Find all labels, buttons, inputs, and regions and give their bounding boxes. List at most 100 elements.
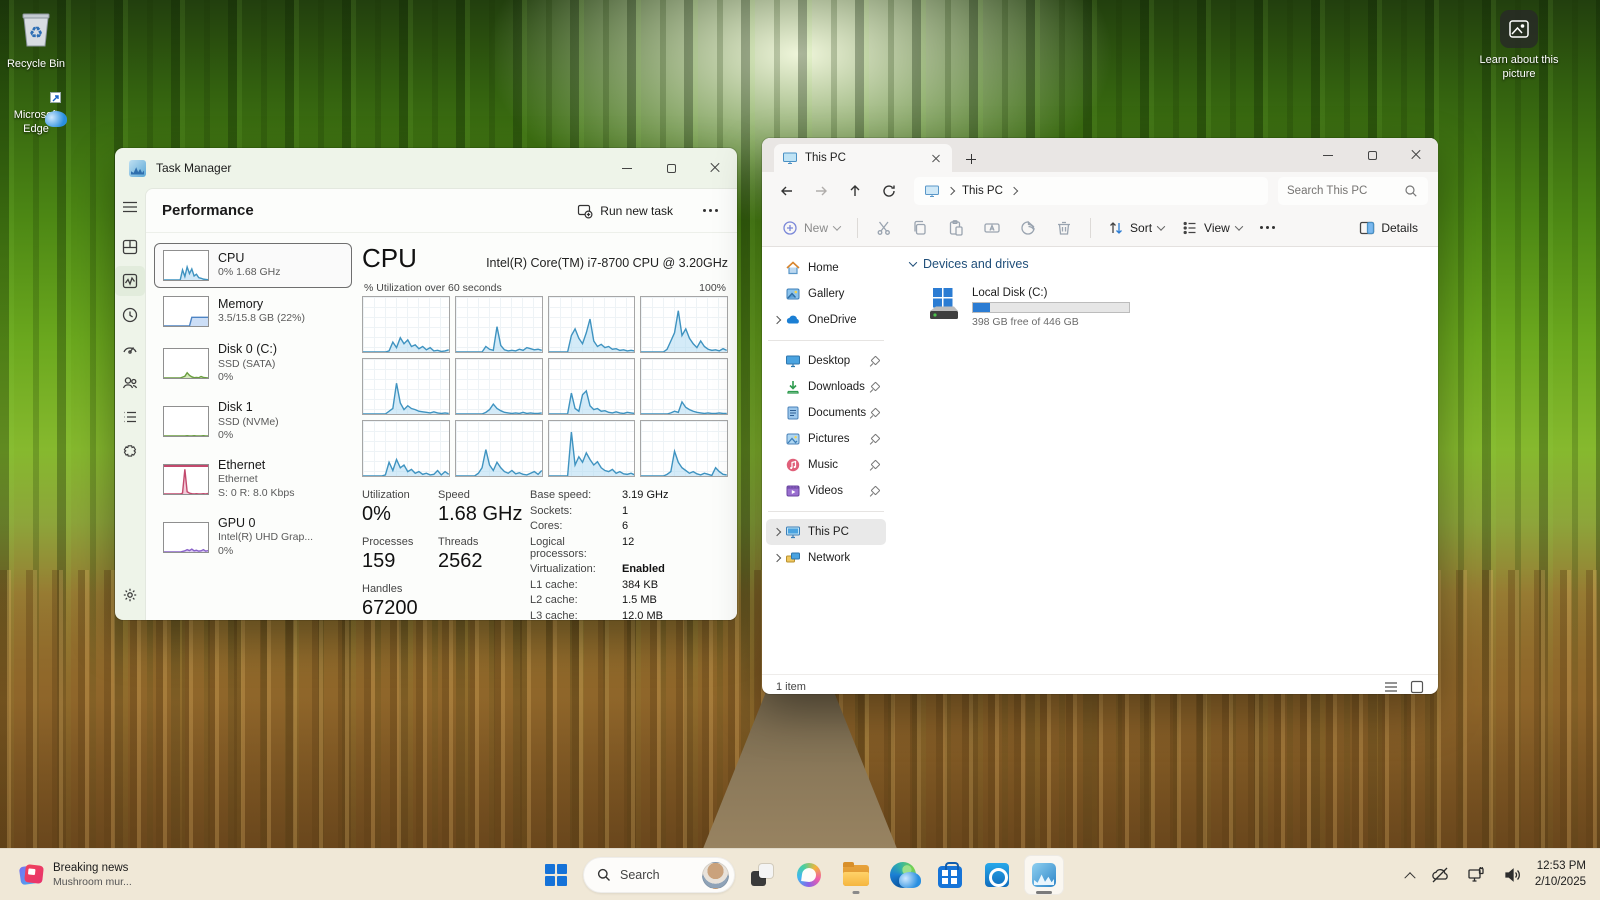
settings-icon[interactable] bbox=[115, 580, 145, 610]
core-chart bbox=[455, 358, 543, 415]
nav-item-downloads[interactable]: Downloads bbox=[766, 374, 886, 400]
toolbar-more-button[interactable] bbox=[1252, 220, 1283, 235]
breadcrumb[interactable]: This PC bbox=[962, 185, 1003, 197]
tray-expand-button[interactable] bbox=[1399, 857, 1421, 893]
app-history-icon[interactable] bbox=[115, 300, 145, 330]
drive-local-disk-c[interactable]: Local Disk (C:) 398 GB free of 446 GB bbox=[922, 283, 1132, 332]
nav-item-videos[interactable]: Videos bbox=[766, 478, 886, 504]
back-button[interactable] bbox=[772, 177, 802, 205]
details-icon[interactable] bbox=[115, 402, 145, 432]
taskbar-clock[interactable]: 12:53 PM 2/10/2025 bbox=[1531, 859, 1594, 890]
task-manager-button[interactable] bbox=[1024, 855, 1064, 895]
forward-button[interactable] bbox=[806, 177, 836, 205]
nav-item-desktop[interactable]: Desktop bbox=[766, 348, 886, 374]
file-explorer-button[interactable] bbox=[836, 855, 876, 895]
sort-label: Sort bbox=[1130, 221, 1152, 235]
pin-icon bbox=[870, 356, 880, 366]
perf-item-disk0[interactable]: Disk 0 (C:)SSD (SATA)0% bbox=[154, 335, 352, 392]
up-button[interactable] bbox=[840, 177, 870, 205]
cut-icon[interactable] bbox=[867, 213, 901, 243]
desktop-icon-microsoft-edge[interactable]: Microsoft Edge bbox=[0, 88, 72, 137]
perf-item-gpu0[interactable]: GPU 0Intel(R) UHD Grap...0% bbox=[154, 509, 352, 566]
nav-item-network[interactable]: Network bbox=[766, 545, 886, 571]
downloads-icon bbox=[784, 379, 801, 395]
copilot-button[interactable] bbox=[789, 855, 829, 895]
learn-about-picture[interactable]: Learn about this picture bbox=[1474, 10, 1564, 82]
perf-item-cpu[interactable]: CPU0% 1.68 GHz bbox=[154, 243, 352, 288]
onedrive-paused-icon bbox=[1430, 865, 1450, 885]
list-view-toggle-icon[interactable] bbox=[1380, 678, 1402, 695]
taskbar-search[interactable]: Search bbox=[583, 857, 735, 893]
edge-button[interactable] bbox=[883, 855, 923, 895]
nav-item-home[interactable]: Home bbox=[766, 255, 886, 281]
rename-icon[interactable] bbox=[975, 213, 1009, 243]
nav-item-documents[interactable]: Documents bbox=[766, 400, 886, 426]
task-view-button[interactable] bbox=[742, 855, 782, 895]
chart-caption-label: % Utilization over 60 seconds bbox=[364, 282, 502, 294]
users-icon[interactable] bbox=[115, 368, 145, 398]
core-chart bbox=[640, 296, 728, 353]
desktop-icon-recycle-bin[interactable]: ♻ Recycle Bin bbox=[0, 8, 72, 72]
tab-close-icon[interactable] bbox=[928, 150, 944, 166]
view-label: View bbox=[1204, 221, 1230, 235]
group-devices-and-drives[interactable]: Devices and drives bbox=[910, 257, 1438, 271]
volume-tray-button[interactable] bbox=[1495, 857, 1529, 893]
address-bar[interactable]: This PC bbox=[914, 177, 1268, 205]
drive-name: Local Disk (C:) bbox=[972, 287, 1130, 299]
nav-item-music[interactable]: Music bbox=[766, 452, 886, 478]
new-tab-button[interactable] bbox=[958, 146, 984, 172]
services-icon[interactable] bbox=[115, 436, 145, 466]
edge-icon bbox=[890, 862, 916, 888]
delete-icon[interactable] bbox=[1047, 213, 1081, 243]
nav-item-pictures[interactable]: Pictures bbox=[766, 426, 886, 452]
widgets-button[interactable]: Breaking news Mushroom mur... bbox=[10, 849, 142, 901]
tab-this-pc[interactable]: This PC bbox=[774, 144, 952, 172]
network-tray-button[interactable] bbox=[1459, 857, 1493, 893]
nav-item-gallery[interactable]: Gallery bbox=[766, 281, 886, 307]
explorer-nav-pane: Home Gallery OneDrive Desktop bbox=[762, 247, 890, 674]
sort-button[interactable]: Sort bbox=[1100, 214, 1172, 242]
microsoft-store-button[interactable] bbox=[930, 855, 970, 895]
perf-item-ethernet[interactable]: EthernetEthernetS: 0 R: 8.0 Kbps bbox=[154, 451, 352, 508]
maximize-button[interactable] bbox=[1350, 138, 1394, 172]
thumbnail-view-toggle-icon[interactable] bbox=[1406, 678, 1428, 695]
close-button[interactable] bbox=[693, 148, 737, 188]
search-input[interactable]: Search This PC bbox=[1278, 177, 1428, 205]
widget-subtitle: Mushroom mur... bbox=[53, 876, 132, 889]
onedrive-tray-button[interactable] bbox=[1423, 857, 1457, 893]
task-manager-titlebar[interactable]: Task Manager bbox=[115, 148, 737, 188]
minimize-button[interactable] bbox=[1306, 138, 1350, 172]
details-pane-button[interactable]: Details bbox=[1351, 214, 1426, 242]
nav-item-onedrive[interactable]: OneDrive bbox=[766, 307, 886, 333]
nav-item-this-pc[interactable]: This PC bbox=[766, 519, 886, 545]
music-icon bbox=[784, 457, 801, 473]
startup-apps-icon[interactable] bbox=[115, 334, 145, 364]
menu-icon[interactable] bbox=[115, 192, 145, 222]
copy-icon[interactable] bbox=[903, 213, 937, 243]
outlook-button[interactable] bbox=[977, 855, 1017, 895]
task-manager-window: Task Manager bbox=[115, 148, 737, 620]
paste-icon[interactable] bbox=[939, 213, 973, 243]
new-button[interactable]: New bbox=[774, 214, 848, 242]
explorer-content[interactable]: Devices and drives Local Disk (C:) bbox=[890, 247, 1438, 674]
perf-item-memory[interactable]: Memory3.5/15.8 GB (22%) bbox=[154, 289, 352, 334]
performance-icon[interactable] bbox=[115, 266, 145, 296]
microsoft-store-icon bbox=[938, 866, 962, 888]
start-button[interactable] bbox=[536, 855, 576, 895]
widget-title: Breaking news bbox=[53, 861, 132, 876]
network-icon bbox=[784, 550, 801, 566]
maximize-button[interactable] bbox=[649, 148, 693, 188]
run-new-task-button[interactable]: Run new task bbox=[567, 197, 683, 225]
details-label: Details bbox=[1381, 221, 1418, 235]
view-button[interactable]: View bbox=[1174, 214, 1250, 242]
processes-icon[interactable] bbox=[115, 232, 145, 262]
drive-icon bbox=[926, 287, 962, 321]
minimize-button[interactable] bbox=[605, 148, 649, 188]
close-button[interactable] bbox=[1394, 138, 1438, 172]
share-icon[interactable] bbox=[1011, 213, 1045, 243]
more-options-button[interactable] bbox=[693, 203, 728, 218]
logical-processor-charts[interactable] bbox=[362, 296, 728, 477]
perf-item-disk1[interactable]: Disk 1SSD (NVMe)0% bbox=[154, 393, 352, 450]
refresh-button[interactable] bbox=[874, 177, 904, 205]
this-pc-icon bbox=[924, 183, 940, 199]
